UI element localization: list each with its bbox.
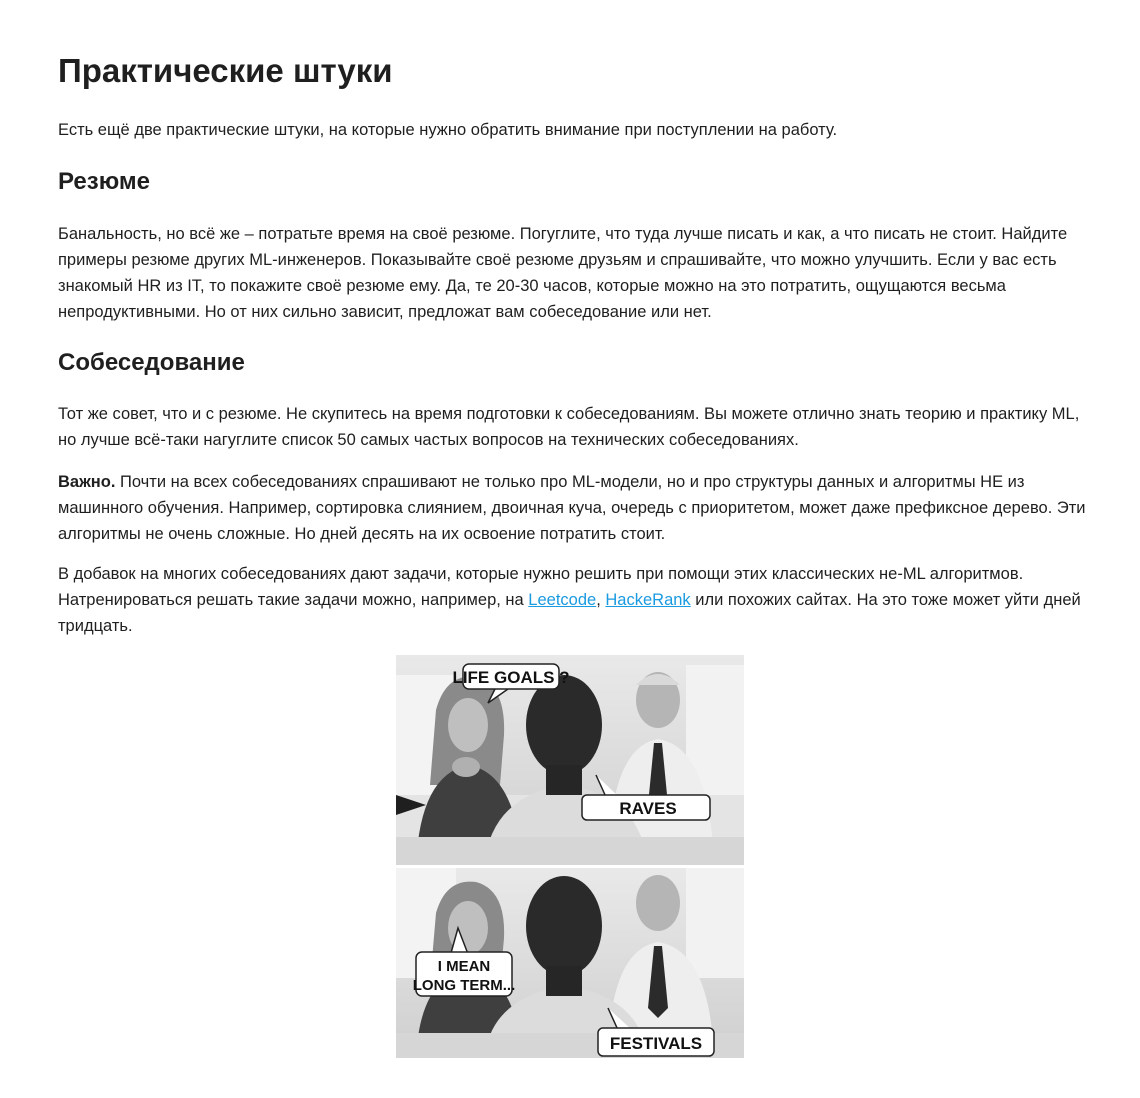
important-line: алгоритмы не очень сложные. Но дней деся…	[58, 525, 666, 543]
link-separator: ,	[596, 591, 601, 609]
bubble-text-life-goals: LIFE GOALS ?	[452, 668, 569, 687]
tasks-line: тридцать.	[58, 617, 133, 635]
meme-top-panel: LIFE GOALS ? RAVES	[396, 655, 744, 865]
tasks-line: В добавок на многих собеседованиях дают …	[58, 565, 1024, 583]
interview-meme-image: LIFE GOALS ? RAVES I MEAN LONG TERM... F…	[396, 655, 744, 1058]
bubble-text-festivals: FESTIVALS	[610, 1034, 702, 1053]
resume-line: Банальность, но всё же – потратьте время…	[58, 225, 1068, 243]
interview-heading: Собеседование	[58, 349, 245, 376]
interview-advice-paragraph: Тот же совет, что и с резюме. Не скупите…	[58, 401, 1080, 453]
resume-heading: Резюме	[58, 168, 150, 195]
important-label: Важно.	[58, 473, 116, 491]
bubble-text-long-term: LONG TERM...	[413, 977, 516, 994]
important-line: машинного обучения. Например, сортировка…	[58, 499, 1086, 517]
hackerank-link[interactable]: HackeRank	[605, 591, 690, 609]
important-paragraph: Важно. Почти на всех собеседованиях спра…	[58, 469, 1086, 547]
resume-line: непродуктивными. Но от них сильно зависи…	[58, 303, 712, 321]
tasks-text-before: Натренироваться решать такие задачи можн…	[58, 591, 529, 609]
article-page: Практические штуки Есть ещё две практиче…	[0, 0, 1140, 1098]
important-line: Важно. Почти на всех собеседованиях спра…	[58, 469, 1078, 495]
tasks-text-after: или похожих сайтах. На это тоже может уй…	[690, 591, 1081, 609]
meme-illustration: LIFE GOALS ? RAVES I MEAN LONG TERM... F…	[396, 655, 744, 1058]
interview-advice-line: но лучше всё-таки нагуглите список 50 са…	[58, 431, 799, 449]
bubble-text-raves: RAVES	[619, 799, 676, 818]
bubble-text-i-mean: I MEAN	[438, 958, 491, 975]
leetcode-link[interactable]: Leetcode	[528, 591, 596, 609]
resume-paragraph: Банальность, но всё же – потратьте время…	[58, 221, 1078, 325]
resume-line: примеры резюме других ML-инженеров. Пока…	[58, 251, 1057, 269]
tasks-line: Натренироваться решать такие задачи можн…	[58, 587, 1081, 613]
page-title: Практические штуки	[58, 52, 393, 89]
interview-advice-line: Тот же совет, что и с резюме. Не скупите…	[58, 405, 1080, 423]
important-text: Почти на всех собеседованиях спрашивают …	[115, 473, 1025, 491]
tasks-paragraph: В добавок на многих собеседованиях дают …	[58, 561, 1081, 639]
intro-paragraph: Есть ещё две практические штуки, на кото…	[58, 121, 838, 139]
resume-line: знакомый HR из IT, то покажите своё резю…	[58, 277, 1006, 295]
meme-bottom-panel: I MEAN LONG TERM... FESTIVALS	[396, 868, 744, 1058]
